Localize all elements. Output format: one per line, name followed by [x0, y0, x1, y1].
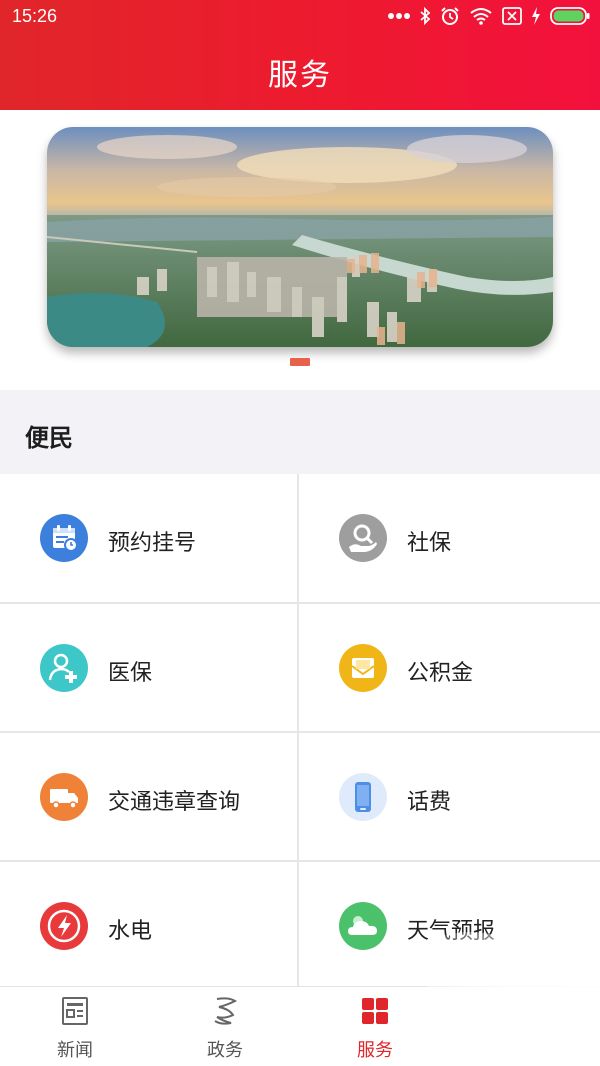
charging-icon: [531, 7, 541, 25]
bluetooth-icon: [419, 7, 431, 25]
app-header: 15:26 服务: [0, 0, 600, 110]
carousel-indicator[interactable]: [290, 358, 310, 366]
service-grid-icon: [359, 995, 391, 1027]
nav-label: 新闻: [57, 1040, 93, 1061]
nav-item-service[interactable]: 服务: [335, 995, 415, 1062]
service-water-electricity[interactable]: 水电: [0, 862, 299, 990]
service-traffic-violation[interactable]: 交通违章查询: [0, 733, 299, 862]
service-label: 交通违章查询: [108, 790, 241, 815]
service-label: 话费: [407, 790, 452, 815]
service-social-security[interactable]: 社保: [299, 474, 600, 604]
service-label: 水电: [108, 919, 153, 944]
news-icon: [59, 995, 91, 1027]
sim-off-icon: [502, 7, 522, 25]
phone-icon: [339, 773, 387, 821]
page-title: 服务: [268, 58, 332, 93]
status-time: 15:26: [12, 6, 58, 26]
bottom-nav: 新闻 政务 服务: [0, 986, 600, 1066]
service-label: 天气预报: [407, 919, 496, 944]
service-grid: 预约挂号 社保 医保 公积金 交通违章查询 话费 水电 天气预报: [0, 474, 600, 990]
status-icons: [388, 6, 590, 26]
section-header: 便民: [0, 390, 600, 474]
section-title: 便民: [25, 424, 73, 452]
lightning-icon: [40, 902, 88, 950]
nav-item-news[interactable]: 新闻: [35, 995, 115, 1062]
service-appointment[interactable]: 预约挂号: [0, 474, 299, 604]
nav-label: 服务: [357, 1040, 393, 1061]
service-label: 社保: [407, 531, 452, 556]
status-bar: 15:26: [0, 0, 600, 34]
social-security-icon: [339, 514, 387, 562]
service-provident-fund[interactable]: 公积金: [299, 604, 600, 733]
service-phone-bill[interactable]: 话费: [299, 733, 600, 862]
service-medical-insurance[interactable]: 医保: [0, 604, 299, 733]
banner-carousel[interactable]: [47, 127, 553, 347]
service-label: 预约挂号: [108, 531, 197, 556]
battery-icon: [550, 7, 590, 25]
calendar-icon: [40, 514, 88, 562]
service-label: 医保: [108, 661, 153, 686]
nav-label: 政务: [207, 1040, 243, 1061]
provident-fund-icon: [339, 644, 387, 692]
service-label: 公积金: [407, 661, 474, 686]
weather-cloud-icon: [339, 902, 387, 950]
more-dots-icon: [388, 12, 410, 20]
city-aerial-photo: [47, 127, 553, 347]
service-weather[interactable]: 天气预报: [299, 862, 600, 990]
wifi-icon: [469, 7, 493, 25]
alarm-icon: [440, 6, 460, 26]
government-icon: [209, 995, 241, 1027]
medical-insurance-icon: [40, 644, 88, 692]
truck-icon: [40, 773, 88, 821]
nav-item-government[interactable]: 政务: [185, 995, 265, 1062]
